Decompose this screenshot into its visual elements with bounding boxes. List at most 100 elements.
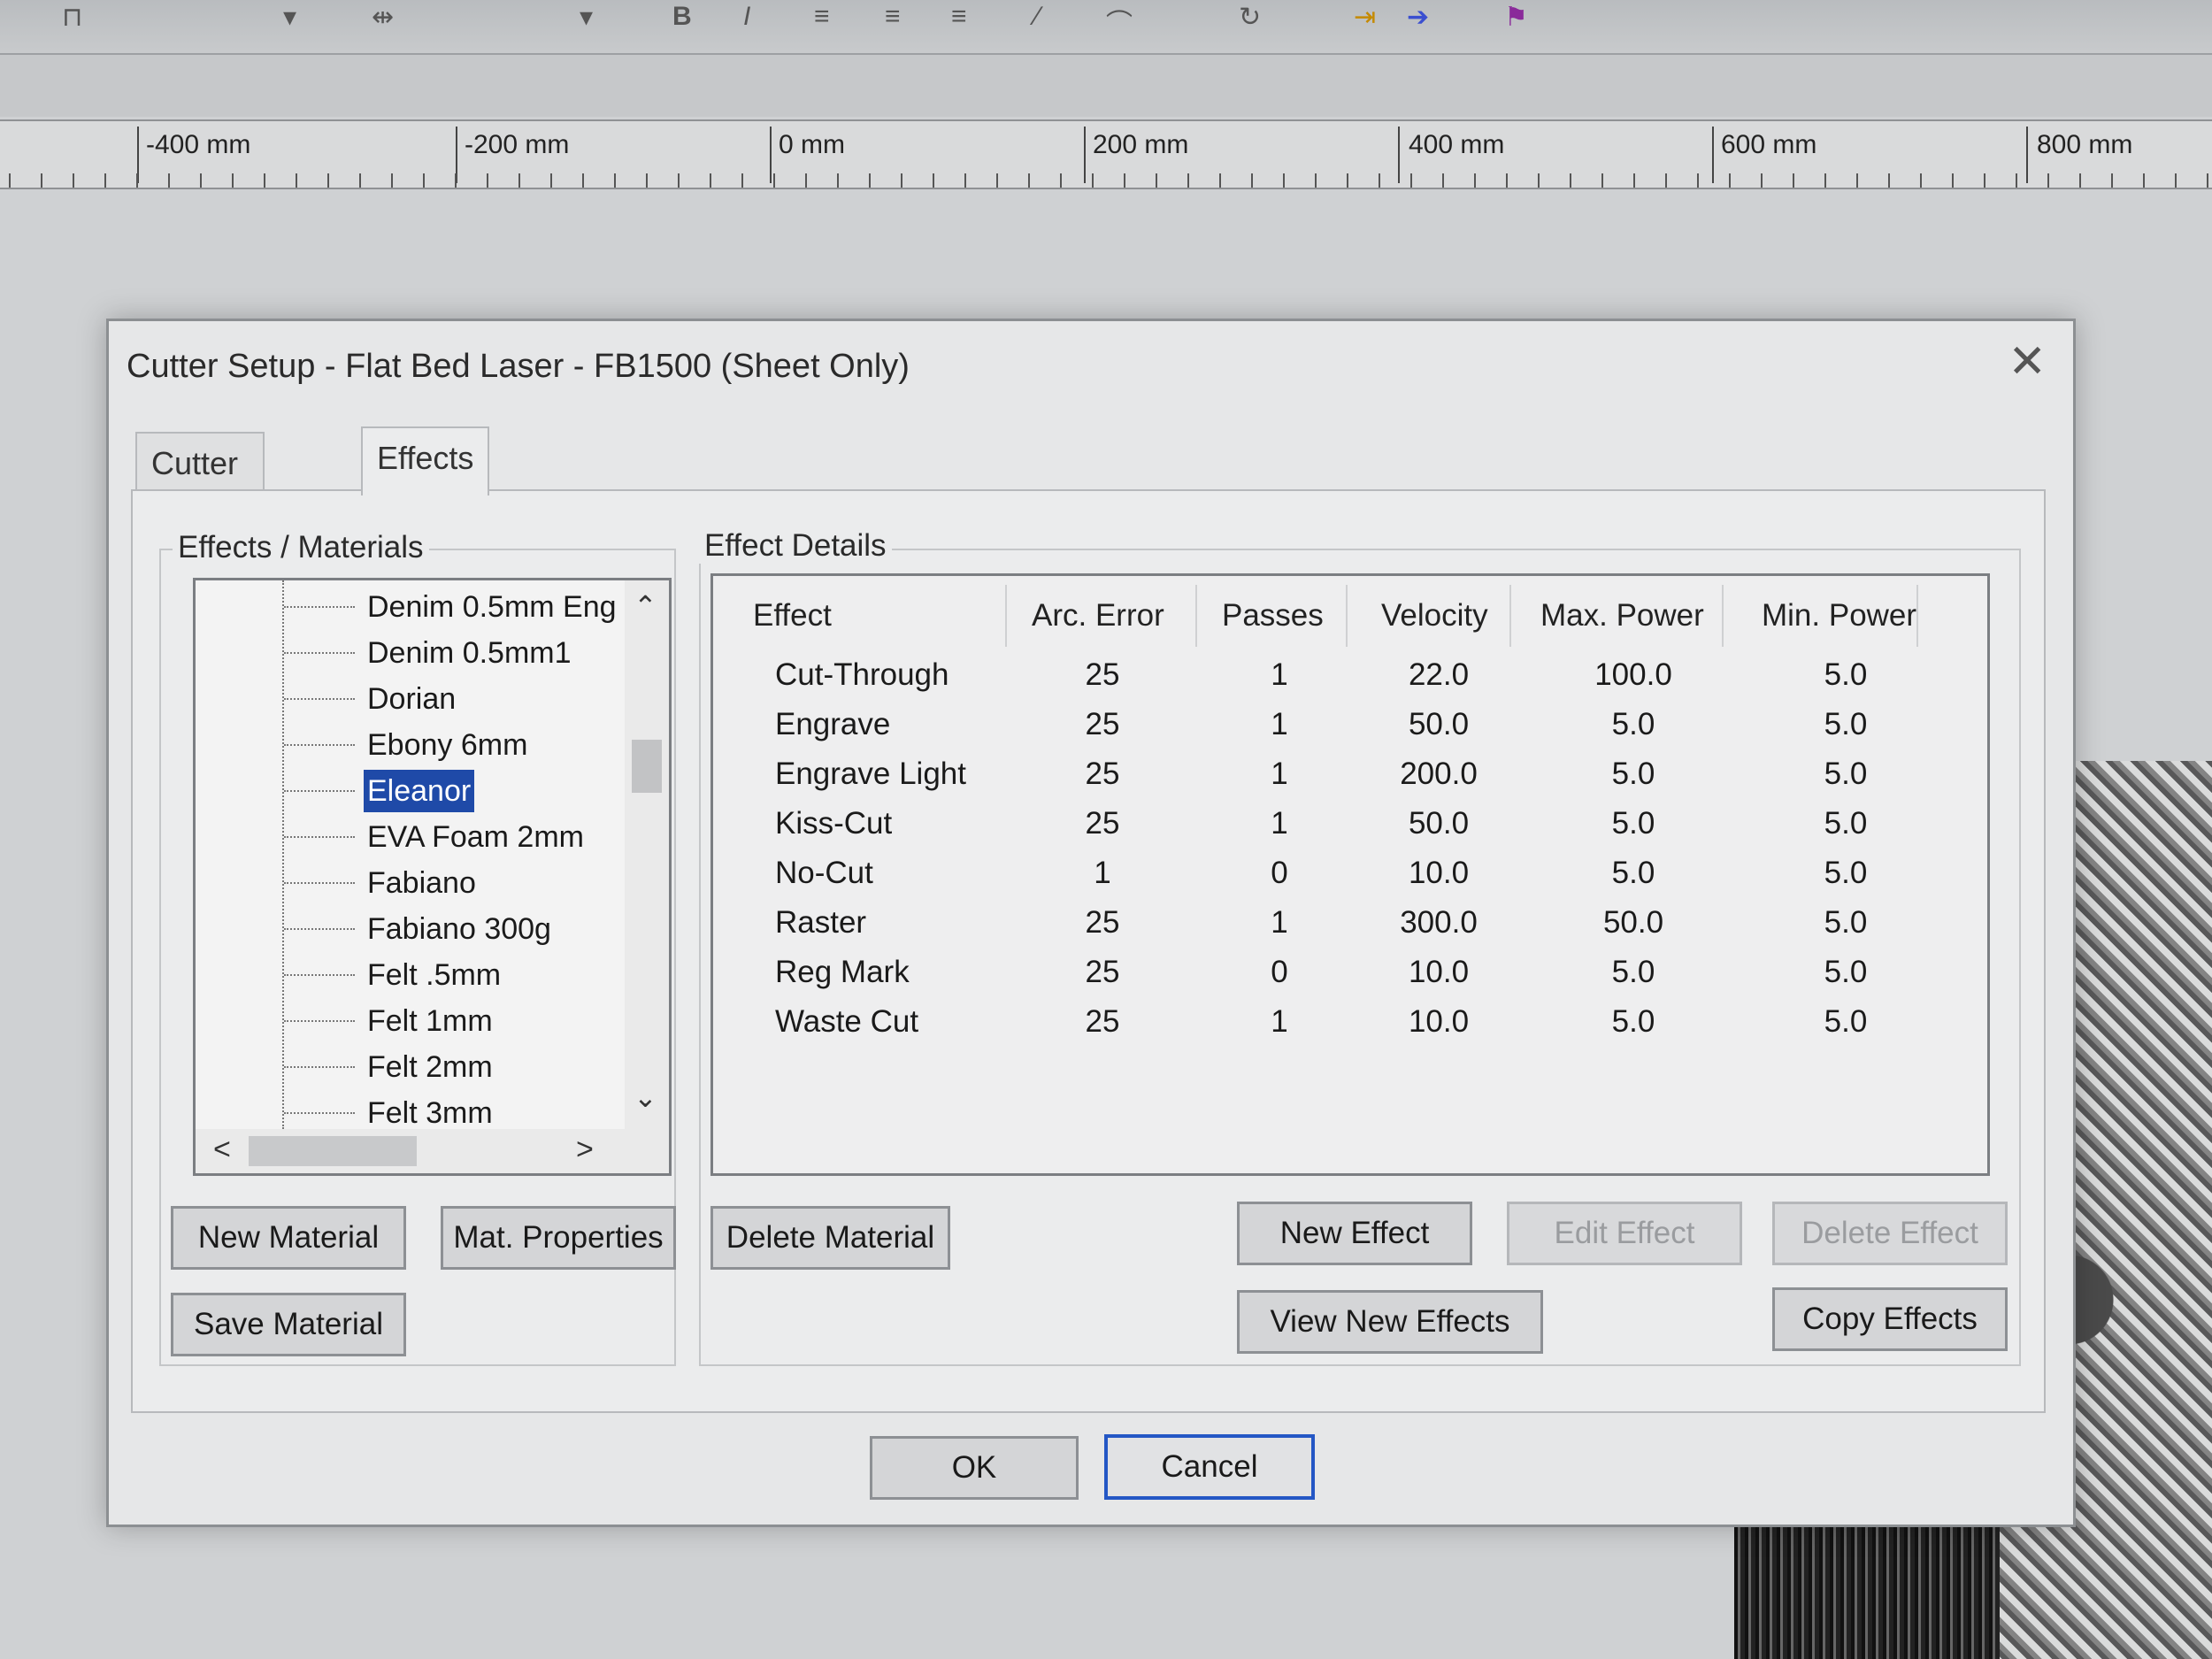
rotate-icon[interactable]: ↻ xyxy=(1239,2,1261,33)
new-material-button[interactable]: New Material xyxy=(171,1206,406,1270)
align-center-icon[interactable]: ≡ xyxy=(885,2,901,32)
cancel-button[interactable]: Cancel xyxy=(1104,1434,1315,1500)
app-toolbar: ⊓ ▾ ⇹ ▾ B I ≡ ≡ ≡ ∕ ⌒ ↻ ⇥ ➔ ⚑ xyxy=(0,0,2212,55)
column-header[interactable]: Effect xyxy=(753,598,832,634)
column-header[interactable]: Velocity xyxy=(1381,598,1488,634)
table-row[interactable]: Kiss-Cut 25 1 50.0 5.0 5.0 xyxy=(713,806,1987,856)
column-header[interactable]: Max. Power xyxy=(1540,598,1704,634)
align-right-icon[interactable]: ≡ xyxy=(951,2,967,32)
material-tree-item[interactable]: Felt 3mm xyxy=(196,1092,611,1134)
scroll-thumb[interactable] xyxy=(632,740,662,793)
table-row[interactable]: No-Cut 1 0 10.0 5.0 5.0 xyxy=(713,856,1987,905)
effect-value-cell: 200.0 xyxy=(1400,757,1478,791)
edit-effect-button[interactable]: Edit Effect xyxy=(1507,1202,1742,1265)
material-tree-item[interactable]: EVA Foam 2mm xyxy=(196,816,611,858)
ruler-minor-tick xyxy=(1984,173,1985,188)
ruler-minor-tick xyxy=(1410,173,1412,188)
ok-button[interactable]: OK xyxy=(870,1436,1079,1500)
scroll-left-icon[interactable]: < xyxy=(213,1133,231,1167)
ruler-minor-tick xyxy=(773,173,775,188)
tab-cutter-details[interactable]: Cutter Details xyxy=(135,432,265,541)
material-label: Felt 3mm xyxy=(367,1096,493,1130)
dropdown-arrow-icon[interactable]: ▾ xyxy=(580,2,593,33)
effect-name-cell: Kiss-Cut xyxy=(775,806,893,841)
material-tree-item[interactable]: Fabiano xyxy=(196,862,611,904)
effect-value-cell: 10.0 xyxy=(1408,1004,1470,1039)
ruler-minor-tick xyxy=(2111,173,2113,188)
view-new-effects-button[interactable]: View New Effects xyxy=(1237,1290,1543,1354)
column-separator xyxy=(1005,585,1007,647)
italic-icon[interactable]: I xyxy=(743,2,750,32)
ruler-major-tick xyxy=(1712,127,1714,183)
curve-icon[interactable]: ⌒ xyxy=(1106,2,1133,41)
effect-value-cell: 10.0 xyxy=(1408,856,1470,890)
send-icon[interactable]: ⇥ xyxy=(1354,2,1376,33)
tab-effects[interactable]: Effects xyxy=(361,426,490,495)
toolbar-icon[interactable]: ⊓ xyxy=(62,2,82,33)
horizontal-ruler: -400 mm -200 mm 0 mm 200 mm 400 mm 600 m… xyxy=(0,119,2212,189)
table-row[interactable]: Engrave Light 25 1 200.0 5.0 5.0 xyxy=(713,757,1987,806)
scroll-up-icon[interactable]: ⌃ xyxy=(634,589,657,623)
ruler-minor-tick xyxy=(901,173,902,188)
material-label: EVA Foam 2mm xyxy=(367,820,584,854)
ruler-minor-tick xyxy=(550,173,552,188)
material-label: Felt 1mm xyxy=(367,1004,493,1038)
materials-tree[interactable]: Denim 0.5mm Eng Denim 0.5mm1 Dorian Ebony 6… xyxy=(193,578,672,1176)
effect-value-cell: 5.0 xyxy=(1824,657,1868,692)
ruler-minor-tick xyxy=(1060,173,1062,188)
material-tree-item[interactable]: Dorian xyxy=(196,678,611,720)
material-tree-item[interactable]: Felt 1mm xyxy=(196,1000,611,1042)
column-separator xyxy=(1346,585,1348,647)
align-left-icon[interactable]: ≡ xyxy=(814,2,830,32)
effect-name-cell: Cut-Through xyxy=(775,657,949,692)
effect-value-cell: 5.0 xyxy=(1824,1004,1868,1039)
toolbar-icon[interactable]: ⇹ xyxy=(372,2,394,33)
dropdown-arrow-icon[interactable]: ▾ xyxy=(283,2,296,33)
scroll-thumb[interactable] xyxy=(249,1136,417,1166)
flag-icon[interactable]: ⚑ xyxy=(1504,2,1528,33)
arrow-icon[interactable]: ➔ xyxy=(1407,2,1429,33)
table-row[interactable]: Reg Mark 25 0 10.0 5.0 5.0 xyxy=(713,955,1987,1004)
effect-value-cell: 5.0 xyxy=(1611,757,1655,791)
table-row[interactable]: Cut-Through 25 1 22.0 100.0 5.0 xyxy=(713,657,1987,707)
save-material-button[interactable]: Save Material xyxy=(171,1293,406,1356)
column-header[interactable]: Arc. Error xyxy=(1032,598,1164,634)
scroll-right-icon[interactable]: > xyxy=(576,1133,594,1167)
material-tree-item[interactable]: Denim 0.5mm1 xyxy=(196,632,611,674)
material-tree-item[interactable]: Felt .5mm xyxy=(196,954,611,996)
table-row[interactable]: Waste Cut 25 1 10.0 5.0 5.0 xyxy=(713,1004,1987,1054)
material-tree-item[interactable]: Denim 0.5mm Eng xyxy=(196,586,617,628)
ruler-minor-tick xyxy=(1124,173,1125,188)
ruler-minor-tick xyxy=(996,173,998,188)
close-icon[interactable]: ✕ xyxy=(2008,339,2047,385)
ruler-minor-tick xyxy=(104,173,106,188)
effect-name-cell: Raster xyxy=(775,905,867,940)
effect-value-cell: 25 xyxy=(1085,955,1120,989)
delete-material-button[interactable]: Delete Material xyxy=(710,1206,950,1270)
copy-effects-button[interactable]: Copy Effects xyxy=(1772,1287,2008,1351)
new-effect-button[interactable]: New Effect xyxy=(1237,1202,1472,1265)
column-header[interactable]: Passes xyxy=(1222,598,1324,634)
material-tree-item[interactable]: Fabiano 300g xyxy=(196,908,611,950)
bold-icon[interactable]: B xyxy=(672,2,692,32)
horizontal-scrollbar[interactable]: < > xyxy=(196,1129,669,1173)
pen-icon[interactable]: ∕ xyxy=(1035,2,1040,32)
delete-effect-button[interactable]: Delete Effect xyxy=(1772,1202,2008,1265)
ruler-minor-tick xyxy=(1824,173,1826,188)
column-header[interactable]: Min. Power xyxy=(1762,598,1916,634)
material-tree-item[interactable]: Felt 2mm xyxy=(196,1046,611,1088)
scroll-down-icon[interactable]: ⌄ xyxy=(634,1080,657,1114)
table-row[interactable]: Raster 25 1 300.0 50.0 5.0 xyxy=(713,905,1987,955)
mat-properties-button[interactable]: Mat. Properties xyxy=(441,1206,676,1270)
ruler-minor-tick xyxy=(487,173,488,188)
material-tree-item[interactable]: Eleanor xyxy=(196,770,611,812)
effect-value-cell: 25 xyxy=(1085,707,1120,741)
table-row[interactable]: Engrave 25 1 50.0 5.0 5.0 xyxy=(713,707,1987,757)
effect-value-cell: 1 xyxy=(1271,707,1288,741)
material-tree-item[interactable]: Ebony 6mm xyxy=(196,724,611,766)
effect-value-cell: 25 xyxy=(1085,905,1120,940)
effects-table[interactable]: Effect Arc. Error Passes Velocity Max. Power… xyxy=(710,573,1990,1176)
column-separator xyxy=(1916,585,1918,647)
tree-connector xyxy=(284,882,355,884)
vertical-scrollbar[interactable]: ⌃ ⌄ xyxy=(625,580,669,1129)
